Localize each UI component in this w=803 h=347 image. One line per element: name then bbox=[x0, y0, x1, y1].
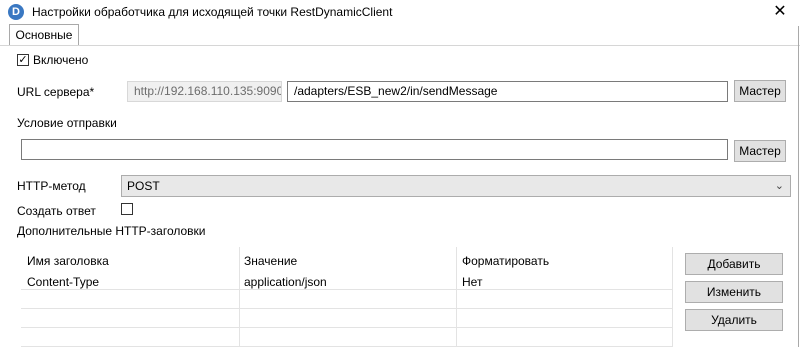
url-base-field: http://192.168.110.135:9090 bbox=[127, 81, 282, 102]
add-header-button[interactable]: Добавить bbox=[685, 253, 783, 275]
create-response-checkbox[interactable] bbox=[121, 203, 133, 215]
enabled-checkbox[interactable]: ✓ bbox=[17, 54, 29, 66]
url-wizard-button[interactable]: Мастер bbox=[734, 80, 786, 102]
edit-header-button[interactable]: Изменить bbox=[685, 281, 783, 303]
column-header-name[interactable]: Имя заголовка bbox=[27, 254, 109, 268]
tab-general[interactable]: Основные bbox=[9, 24, 79, 46]
table-cell-name[interactable]: Content-Type bbox=[27, 275, 99, 289]
row-divider bbox=[21, 327, 673, 328]
enabled-label: Включено bbox=[33, 53, 89, 67]
headers-table: Имя заголовка Значение Форматировать Con… bbox=[21, 247, 673, 347]
headers-section-label: Дополнительные HTTP-заголовки bbox=[17, 224, 206, 238]
column-divider bbox=[672, 247, 673, 347]
column-divider bbox=[456, 247, 457, 347]
column-header-format[interactable]: Форматировать bbox=[462, 254, 549, 268]
condition-field[interactable] bbox=[21, 139, 728, 160]
row-divider bbox=[21, 289, 673, 290]
url-path-field[interactable]: /adapters/ESB_new2/in/sendMessage bbox=[287, 81, 728, 102]
method-select[interactable]: POST ⌄ bbox=[121, 175, 791, 197]
table-cell-value[interactable]: application/json bbox=[244, 275, 327, 289]
url-label: URL сервера* bbox=[17, 85, 95, 99]
app-icon: D bbox=[8, 4, 24, 20]
window-title: Настройки обработчика для исходящей точк… bbox=[32, 5, 393, 19]
method-label: HTTP-метод bbox=[17, 179, 86, 193]
method-value: POST bbox=[127, 179, 160, 193]
row-divider bbox=[21, 308, 673, 309]
condition-label: Условие отправки bbox=[17, 116, 117, 130]
panel-right-border bbox=[798, 26, 799, 347]
condition-wizard-button[interactable]: Мастер bbox=[734, 140, 786, 162]
create-response-label: Создать ответ bbox=[17, 204, 96, 218]
delete-header-button[interactable]: Удалить bbox=[685, 309, 783, 331]
table-cell-format[interactable]: Нет bbox=[462, 275, 482, 289]
tab-divider bbox=[0, 45, 800, 46]
column-header-value[interactable]: Значение bbox=[244, 254, 297, 268]
close-icon[interactable]: ✕ bbox=[770, 2, 790, 22]
column-divider bbox=[239, 247, 240, 347]
chevron-down-icon: ⌄ bbox=[774, 180, 784, 192]
